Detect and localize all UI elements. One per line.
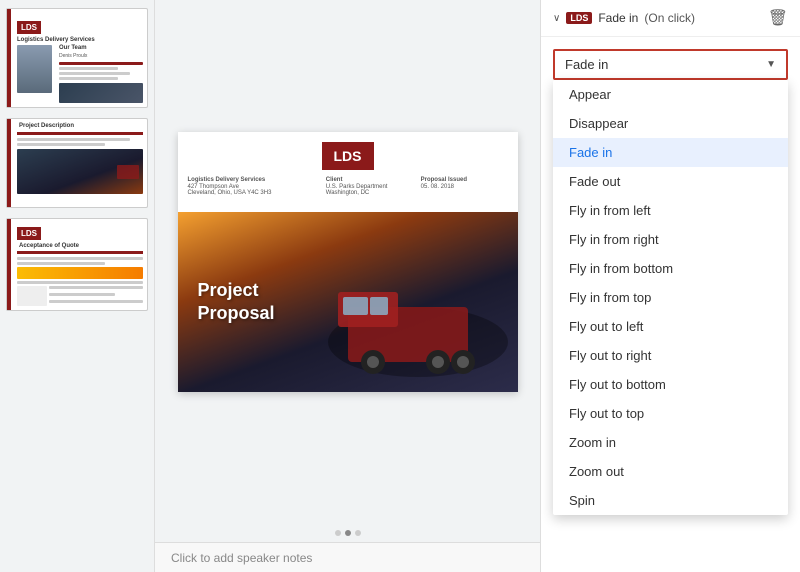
delete-icon[interactable]: 🗑 bbox=[768, 8, 788, 28]
slide-date-col: Proposal Issued 05. 08. 2018 bbox=[421, 177, 508, 196]
chevron-icon[interactable]: ∨ bbox=[553, 13, 560, 24]
slide-3-logo: LDS bbox=[17, 227, 41, 240]
dropdown-item-spin[interactable]: Spin bbox=[553, 486, 788, 515]
anim-trigger-label: (On click) bbox=[644, 11, 695, 25]
slide-3-bar bbox=[17, 267, 143, 279]
animation-panel: ∨ LDS Fade in (On click) 🗑 Fade in ▼ App… bbox=[540, 0, 800, 572]
slide-1-bottom-img bbox=[59, 83, 143, 103]
slide-client-col: Client U.S. Parks Department Washington,… bbox=[326, 177, 413, 196]
slide-1-person-img bbox=[17, 45, 52, 93]
dot-2 bbox=[345, 530, 351, 536]
slide-2-accent-bar bbox=[7, 119, 11, 207]
slide-1-title: Our Team bbox=[59, 45, 143, 51]
dropdown-item-zoom-out[interactable]: Zoom out bbox=[553, 457, 788, 486]
slide-1-subtitle: Denis Proulx bbox=[59, 53, 143, 59]
animation-type-dropdown[interactable]: Fade in ▼ Appear Disappear Fade in Fade … bbox=[553, 49, 788, 80]
anim-header-left: ∨ LDS Fade in (On click) bbox=[553, 11, 762, 25]
speaker-notes[interactable]: Click to add speaker notes bbox=[155, 542, 540, 572]
slide-thumbnail-1[interactable]: LDS Logistics Delivery Services Our Team… bbox=[6, 8, 148, 108]
slide-thumbnail-3[interactable]: LDS Acceptance of Quote bbox=[6, 218, 148, 311]
slide-3-mini-line-3 bbox=[49, 300, 143, 303]
dropdown-menu: Appear Disappear Fade in Fade out Fly in… bbox=[553, 80, 788, 515]
slide-company-label: Logistics Delivery Services bbox=[188, 177, 318, 183]
dropdown-item-fly-out-left[interactable]: Fly out to left bbox=[553, 312, 788, 341]
lds-badge: LDS bbox=[566, 12, 592, 24]
slide-2-divider bbox=[17, 132, 143, 135]
dropdown-item-fade-in[interactable]: Fade in bbox=[553, 138, 788, 167]
slide-1-content: LDS Logistics Delivery Services Our Team… bbox=[17, 13, 143, 103]
anim-body: Fade in ▼ Appear Disappear Fade in Fade … bbox=[541, 37, 800, 92]
slide-3-divider bbox=[17, 251, 143, 254]
slide-1-header: Logistics Delivery Services bbox=[17, 37, 143, 43]
dropdown-button[interactable]: Fade in ▼ bbox=[553, 49, 788, 80]
truck-shape-thumb bbox=[117, 165, 139, 179]
anim-header: ∨ LDS Fade in (On click) 🗑 bbox=[541, 0, 800, 37]
slide-2-line-1 bbox=[17, 138, 130, 141]
slide-2-line-2 bbox=[17, 143, 105, 146]
project-title-text: ProjectProposal bbox=[178, 269, 518, 336]
slide-header-info: Logistics Delivery Services 427 Thompson… bbox=[188, 177, 508, 196]
slide-truck-section: ProjectProposal bbox=[178, 212, 518, 392]
dot-3 bbox=[355, 530, 361, 536]
thumb-line-3 bbox=[59, 72, 130, 75]
dot-1 bbox=[335, 530, 341, 536]
dropdown-item-fly-in-right[interactable]: Fly in from right bbox=[553, 225, 788, 254]
slide-company-city: Cleveland, Ohio, USA Y4C 3H3 bbox=[188, 190, 318, 196]
dropdown-value: Fade in bbox=[565, 57, 608, 72]
thumb-line-4 bbox=[59, 77, 118, 80]
slide-3-mini-line-1 bbox=[49, 286, 143, 289]
slide-main-view: LDS Logistics Delivery Services 427 Thom… bbox=[155, 0, 540, 524]
lds-logo-thumb: LDS bbox=[17, 21, 41, 34]
dropdown-item-appear[interactable]: Appear bbox=[553, 80, 788, 109]
dropdown-item-zoom-in[interactable]: Zoom in bbox=[553, 428, 788, 457]
dropdown-item-fly-in-bottom[interactable]: Fly in from bottom bbox=[553, 254, 788, 283]
slide-thumbnail-2[interactable]: Project Description bbox=[6, 118, 148, 208]
slide-dots bbox=[155, 524, 540, 542]
slide-3-mini-line-2 bbox=[49, 293, 115, 296]
main-area: LDS Logistics Delivery Services 427 Thom… bbox=[155, 0, 540, 572]
slide-3-accent-bar bbox=[7, 219, 11, 310]
dropdown-arrow-icon: ▼ bbox=[766, 59, 776, 70]
anim-name-label: Fade in bbox=[598, 11, 638, 25]
dropdown-item-fly-out-right[interactable]: Fly out to right bbox=[553, 341, 788, 370]
slide-3-line-1 bbox=[17, 257, 143, 260]
slide-2-truck-thumb bbox=[17, 149, 143, 194]
speaker-notes-text: Click to add speaker notes bbox=[171, 551, 312, 565]
slide-frame[interactable]: LDS Logistics Delivery Services 427 Thom… bbox=[178, 132, 518, 392]
dropdown-item-disappear[interactable]: Disappear bbox=[553, 109, 788, 138]
dropdown-item-fly-in-left[interactable]: Fly in from left bbox=[553, 196, 788, 225]
dropdown-item-fly-out-top[interactable]: Fly out to top bbox=[553, 399, 788, 428]
slide-panel: LDS Logistics Delivery Services Our Team… bbox=[0, 0, 155, 572]
slide-3-title: Acceptance of Quote bbox=[19, 243, 143, 249]
slide-lds-logo: LDS bbox=[322, 142, 374, 170]
slide-3-small-rows bbox=[17, 286, 143, 306]
slide-1-body: Our Team Denis Proulx bbox=[17, 45, 143, 103]
slide-3-line-2 bbox=[17, 262, 105, 265]
slide-3-cell-2 bbox=[49, 286, 143, 306]
project-title-block: ProjectProposal bbox=[178, 269, 518, 336]
slide-company-col: Logistics Delivery Services 427 Thompson… bbox=[188, 177, 318, 196]
slide-3-cell-1 bbox=[17, 286, 47, 306]
slide-3-line-3 bbox=[17, 281, 143, 284]
dropdown-item-fade-out[interactable]: Fade out bbox=[553, 167, 788, 196]
dropdown-item-fly-in-top[interactable]: Fly in from top bbox=[553, 283, 788, 312]
slide-2-content: Project Description bbox=[17, 123, 143, 203]
slide-1-text-block: Our Team Denis Proulx bbox=[56, 45, 143, 103]
slide-2-title: Project Description bbox=[19, 123, 143, 129]
thumb-line-2 bbox=[59, 67, 118, 70]
thumb-line-1 bbox=[59, 62, 143, 65]
slide-client-city: Washington, DC bbox=[326, 190, 413, 196]
slide-accent-bar bbox=[7, 9, 11, 107]
dropdown-item-fly-out-bottom[interactable]: Fly out to bottom bbox=[553, 370, 788, 399]
slide-client-label: Client bbox=[326, 177, 413, 183]
slide-date-label: Proposal Issued bbox=[421, 177, 508, 183]
slide-date-value: 05. 08. 2018 bbox=[421, 184, 508, 190]
slide-3-content: LDS Acceptance of Quote bbox=[17, 223, 143, 306]
